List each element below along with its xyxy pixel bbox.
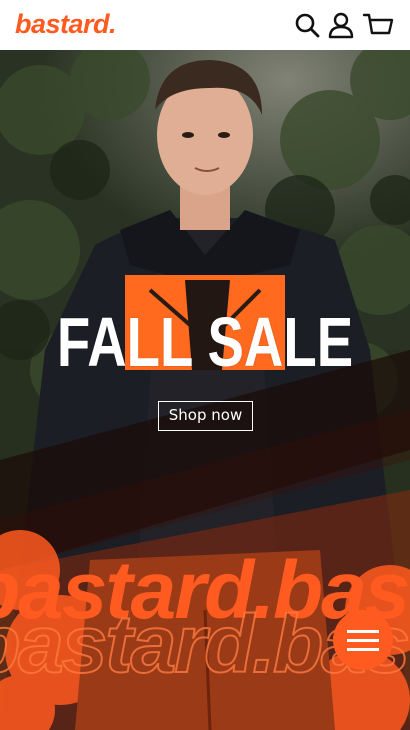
cart-icon[interactable] bbox=[362, 11, 394, 39]
hero-banner: bastard.bastard. bastard.bastard. FALL S… bbox=[0, 50, 410, 730]
shop-now-button[interactable]: Shop now bbox=[158, 401, 253, 431]
hero-headline: FALL SALE bbox=[56, 303, 354, 381]
account-icon[interactable] bbox=[327, 11, 355, 39]
search-icon[interactable] bbox=[293, 11, 321, 39]
brand-logo[interactable]: bastard. bbox=[15, 7, 117, 41]
hamburger-icon[interactable] bbox=[333, 610, 393, 670]
site-header: bastard. bbox=[0, 0, 410, 50]
